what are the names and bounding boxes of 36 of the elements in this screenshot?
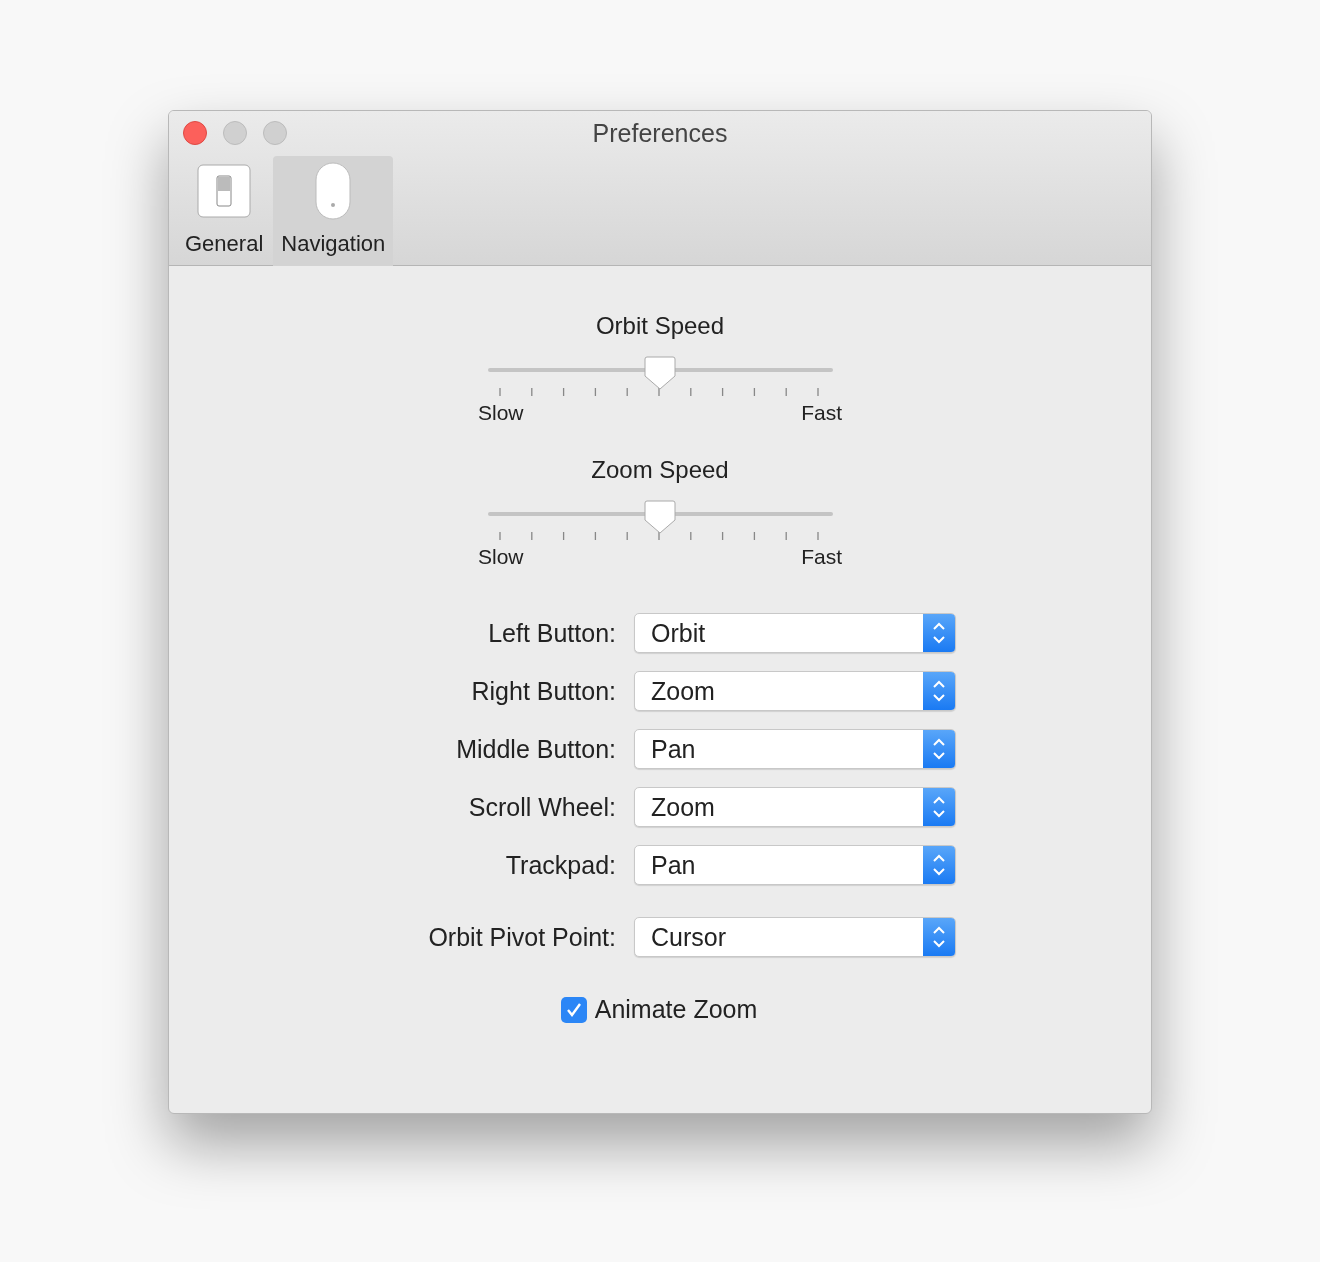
chevron-up-down-icon	[932, 852, 946, 878]
popup-button[interactable]: Cursor	[634, 917, 956, 957]
slider-thumb[interactable]	[644, 356, 676, 390]
toggle-switch-icon	[197, 164, 252, 218]
chevron-up-down-icon	[932, 736, 946, 762]
slider-thumb[interactable]	[644, 500, 676, 534]
popup-button[interactable]: Orbit	[634, 613, 956, 653]
popup-button[interactable]: Zoom	[634, 787, 956, 827]
checkbox-label: Animate Zoom	[594, 995, 758, 1024]
field-label: Left Button:	[487, 618, 616, 648]
field-label: Trackpad:	[504, 850, 616, 880]
slider-min-label: Slow	[478, 545, 524, 569]
slider-title: Zoom Speed	[591, 456, 729, 484]
checkbox[interactable]	[560, 996, 587, 1023]
zoom-button[interactable]	[263, 121, 287, 145]
field-label: Scroll Wheel:	[467, 792, 616, 822]
chevron-up-down-icon	[932, 620, 946, 646]
slider-max-label: Fast	[801, 545, 842, 569]
mouse-icon	[315, 162, 352, 220]
slider-min-label: Slow	[478, 401, 524, 425]
slider-max-label: Fast	[801, 401, 842, 425]
window-title: Preferences	[592, 119, 728, 148]
chevron-up-down-icon	[932, 794, 946, 820]
toolbar-tab[interactable]: Navigation	[273, 156, 394, 266]
popup-button[interactable]: Zoom	[634, 671, 956, 711]
popup-button[interactable]: Pan	[634, 729, 956, 769]
chevron-up-down-icon	[932, 924, 946, 950]
field-label: Right Button:	[470, 676, 616, 706]
toolbar-tab[interactable]: General	[177, 156, 272, 266]
minimize-button[interactable]	[223, 121, 247, 145]
field-label: Orbit Pivot Point:	[427, 922, 616, 952]
close-button[interactable]	[183, 121, 207, 145]
field-label: Middle Button:	[455, 734, 616, 764]
slider-title: Orbit Speed	[595, 312, 725, 340]
chevron-up-down-icon	[932, 678, 946, 704]
popup-button[interactable]: Pan	[634, 845, 956, 885]
